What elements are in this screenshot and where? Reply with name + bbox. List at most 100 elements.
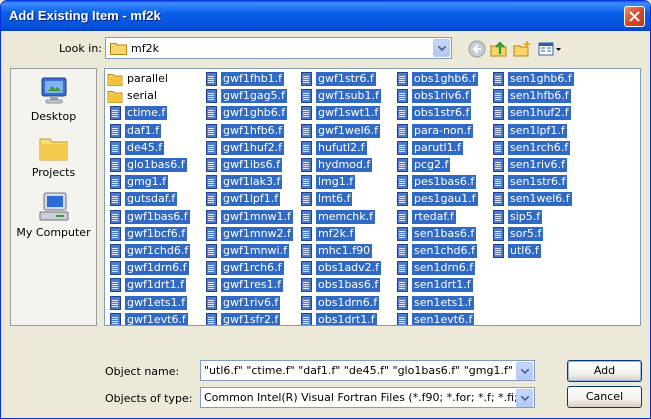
fortran-file-icon (394, 123, 410, 139)
file-name: gwf1mnwi.f (221, 244, 289, 258)
look-in-combo[interactable]: mf2k (105, 37, 452, 59)
object-name-dropdown-button[interactable] (516, 362, 533, 380)
fortran-file-icon (394, 105, 410, 121)
close-button[interactable] (624, 6, 645, 27)
file-name: gmg1.f (125, 175, 169, 190)
file-list[interactable]: parallel serial ctime.f daf1.f de45.f glo1bas… (104, 68, 641, 326)
fortran-file-icon (203, 312, 219, 325)
file-name: obs1riv6.f (412, 89, 471, 104)
fortran-file-icon (107, 209, 123, 225)
look-in-label: Look in: (59, 42, 102, 55)
file-name: sen1riv6.f (508, 158, 567, 172)
file-name: gwf1str6.f (316, 72, 376, 86)
cancel-button[interactable]: Cancel (567, 386, 642, 408)
file-name: gwf1riv6.f (221, 295, 281, 310)
back-button[interactable] (467, 39, 487, 59)
fortran-file-icon (298, 312, 314, 325)
file-name: sor5.f (508, 226, 544, 241)
fortran-file-icon (107, 295, 123, 311)
file-name: sen1lpf1.f (508, 123, 567, 138)
file-name: lmt6.f (316, 192, 353, 207)
fortran-file-icon (203, 277, 219, 293)
file-name: mhc1.f90 (316, 244, 373, 258)
fortran-file-icon (203, 191, 219, 207)
fortran-file-icon (298, 277, 314, 293)
fortran-file-icon (203, 174, 219, 190)
fortran-file-icon (394, 243, 410, 259)
objects-of-type-select[interactable]: Common Intel(R) Visual Fortran Files (*.… (200, 387, 535, 408)
fortran-file-icon (394, 174, 410, 190)
object-name-field[interactable]: "utl6.f" "ctime.f" "daf1.f" "de45.f" "gl… (200, 360, 535, 381)
fortran-file-icon (203, 88, 219, 104)
fortran-file-icon (394, 277, 410, 293)
fortran-file-icon (298, 174, 314, 190)
file-name: pes1gau1.f (412, 192, 478, 207)
file-name: gwf1bcf6.f (125, 226, 188, 241)
objects-of-type-dropdown-button[interactable] (516, 389, 533, 407)
fortran-file-icon (490, 174, 506, 190)
fortran-file-icon (490, 209, 506, 225)
file-name: sen1ets1.f (412, 295, 474, 310)
file-name: gwf1rch6.f (221, 261, 284, 276)
file-name: obs1ghb6.f (412, 72, 478, 86)
computer-icon (39, 192, 68, 221)
file-name: gwf1gag5.f (221, 89, 287, 104)
file-name: gwf1ibs6.f (221, 158, 282, 172)
add-button[interactable]: Add (567, 360, 642, 382)
fortran-file-icon (203, 243, 219, 259)
views-menu-button[interactable] (537, 39, 563, 59)
look-in-dropdown-button[interactable] (433, 39, 450, 57)
fortran-file-icon (490, 140, 506, 156)
title-bar[interactable]: Add Existing Item - mf2k (1, 1, 650, 31)
object-name-label: Object name: (105, 365, 180, 378)
place-desktop[interactable]: Desktop (11, 75, 96, 123)
fortran-file-icon (490, 105, 506, 121)
fortran-file-icon (298, 123, 314, 139)
fortran-file-icon (298, 243, 314, 259)
file-name: gwf1ghb6.f (221, 106, 288, 121)
fortran-file-icon (490, 157, 506, 173)
fortran-file-icon (203, 71, 219, 87)
folder-icon (110, 43, 127, 55)
fortran-file-icon (394, 209, 410, 225)
object-name-value: "utl6.f" "ctime.f" "daf1.f" "de45.f" "gl… (204, 364, 514, 377)
file-name: gwf1mnw2.f (221, 226, 293, 241)
file-name: de45.f (125, 140, 165, 155)
add-existing-item-dialog: Add Existing Item - mf2k Look in: mf2k D… (0, 0, 651, 419)
view-menu-icon (538, 42, 561, 56)
file-name: obs1str6.f (412, 106, 472, 121)
fortran-file-icon (394, 226, 410, 242)
file-name: hufutl2.f (316, 140, 367, 155)
new-folder-button[interactable] (512, 39, 532, 59)
place-projects[interactable]: Projects (11, 133, 96, 179)
fortran-file-icon (394, 157, 410, 173)
fortran-file-icon (107, 174, 123, 190)
fortran-file-icon (298, 191, 314, 207)
fortran-file-icon (203, 105, 219, 121)
file-name: gwf1chd6.f (125, 244, 191, 258)
file-name: sen1hfb6.f (508, 89, 571, 104)
fortran-file-icon (107, 312, 123, 325)
fortran-file-icon (490, 71, 506, 87)
file-name: gwf1wel6.f (316, 123, 381, 138)
fortran-file-icon (298, 209, 314, 225)
file-name: gwf1sfr2.f (221, 312, 281, 326)
fortran-file-icon (203, 140, 219, 156)
up-one-level-button[interactable] (489, 39, 509, 59)
place-my-computer[interactable]: My Computer (11, 191, 96, 239)
file-name: gwf1lak3.f (221, 175, 283, 190)
file-name: obs1adv2.f (316, 261, 382, 276)
fortran-file-icon (107, 105, 123, 121)
file-name: hydmod.f (316, 158, 373, 172)
file-name: gwf1lpf1.f (221, 192, 281, 207)
folder-icon (39, 138, 67, 161)
file-name: daf1.f (125, 123, 161, 138)
file-name: pcg2.f (412, 158, 451, 172)
file-name: gwf1mnw1.f (221, 209, 293, 224)
folder-icon (107, 88, 123, 104)
file-name: sen1bas6.f (412, 226, 477, 241)
desktop-icon (41, 77, 66, 104)
file-name: gwf1drt1.f (125, 278, 187, 293)
fortran-file-icon (298, 105, 314, 121)
file-name: sen1chd6.f (412, 244, 477, 258)
